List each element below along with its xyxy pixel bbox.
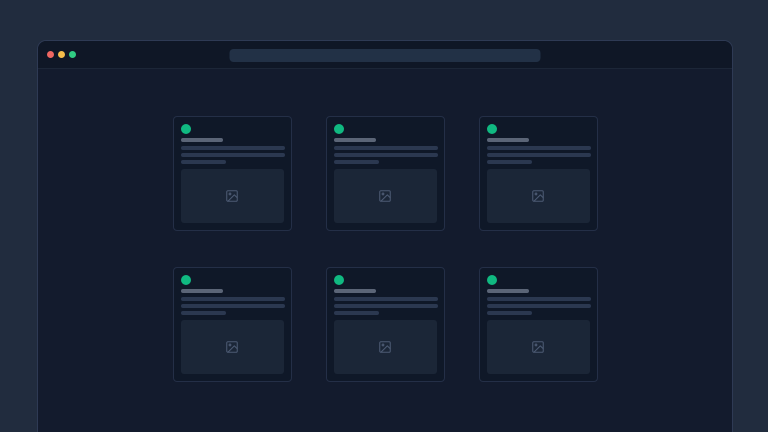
media-placeholder — [487, 169, 590, 223]
page-background — [0, 0, 768, 432]
media-placeholder — [334, 320, 437, 374]
image-icon — [531, 340, 545, 354]
image-icon — [225, 189, 239, 203]
card[interactable] — [173, 116, 292, 231]
traffic-light-buttons — [47, 51, 76, 58]
address-bar[interactable] — [230, 49, 541, 62]
status-dot-icon — [487, 124, 497, 134]
skeleton-line — [334, 311, 379, 315]
skeleton-line — [181, 146, 285, 150]
skeleton-title — [181, 138, 223, 142]
skeleton-line — [334, 160, 379, 164]
skeleton-title — [334, 138, 376, 142]
image-icon — [531, 189, 545, 203]
skeleton-line — [181, 304, 285, 308]
skeleton-line — [181, 311, 226, 315]
skeleton-line — [487, 153, 591, 157]
skeleton-line — [487, 311, 532, 315]
status-dot-icon — [487, 275, 497, 285]
image-icon — [378, 189, 392, 203]
skeleton-title — [181, 289, 223, 293]
card[interactable] — [479, 267, 598, 382]
maximize-window-button[interactable] — [69, 51, 76, 58]
card[interactable] — [326, 116, 445, 231]
skeleton-line — [334, 153, 438, 157]
status-dot-icon — [334, 275, 344, 285]
window-content — [38, 69, 732, 382]
status-dot-icon — [181, 275, 191, 285]
skeleton-line — [334, 297, 438, 301]
skeleton-title — [487, 289, 529, 293]
media-placeholder — [181, 320, 284, 374]
media-placeholder — [334, 169, 437, 223]
card-grid — [38, 116, 732, 382]
window-title-bar — [38, 41, 732, 69]
image-icon — [378, 340, 392, 354]
skeleton-line — [334, 304, 438, 308]
image-icon — [225, 340, 239, 354]
status-dot-icon — [334, 124, 344, 134]
card[interactable] — [479, 116, 598, 231]
skeleton-line — [487, 146, 591, 150]
skeleton-title — [334, 289, 376, 293]
skeleton-line — [487, 304, 591, 308]
card[interactable] — [173, 267, 292, 382]
media-placeholder — [487, 320, 590, 374]
media-placeholder — [181, 169, 284, 223]
close-window-button[interactable] — [47, 51, 54, 58]
skeleton-line — [181, 297, 285, 301]
card[interactable] — [326, 267, 445, 382]
skeleton-title — [487, 138, 529, 142]
skeleton-line — [181, 153, 285, 157]
status-dot-icon — [181, 124, 191, 134]
skeleton-line — [487, 297, 591, 301]
browser-window — [37, 40, 733, 432]
skeleton-line — [334, 146, 438, 150]
minimize-window-button[interactable] — [58, 51, 65, 58]
skeleton-line — [487, 160, 532, 164]
skeleton-line — [181, 160, 226, 164]
